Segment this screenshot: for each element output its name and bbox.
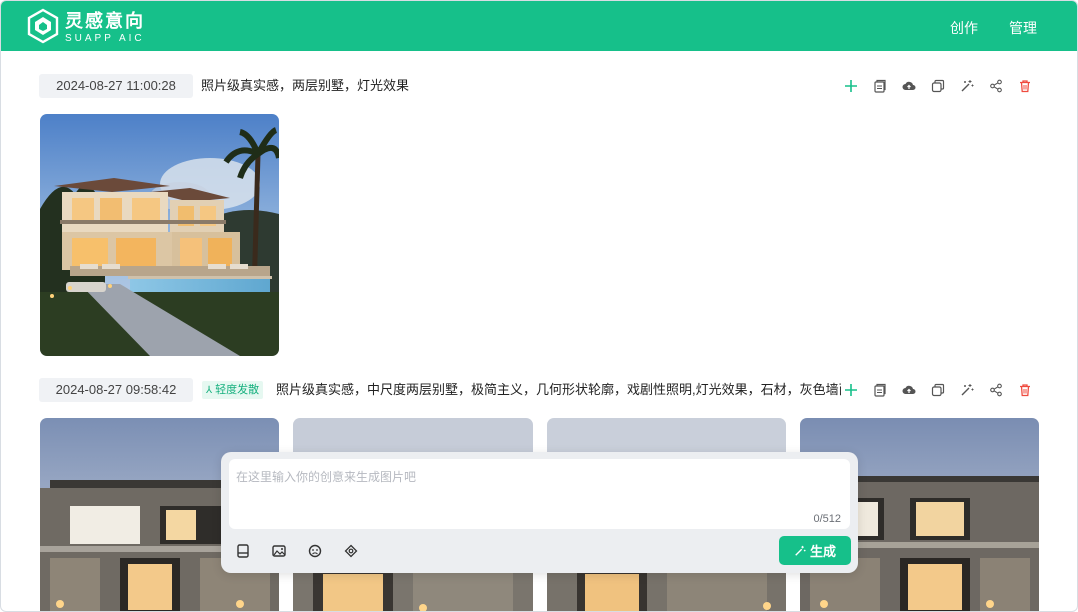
share-button[interactable]	[981, 378, 1010, 402]
trash-icon	[1019, 384, 1030, 397]
image-icon[interactable]	[271, 543, 287, 559]
upload-button[interactable]	[894, 74, 923, 98]
add-button[interactable]	[836, 378, 865, 402]
magic-button[interactable]	[952, 74, 981, 98]
top-header: 灵感意向 SUAPP AIC 创作 管理	[1, 1, 1077, 51]
copy-prompt-button[interactable]	[865, 378, 894, 402]
cloud-upload-icon	[902, 81, 915, 90]
magic-button[interactable]	[952, 378, 981, 402]
trash-icon	[1019, 80, 1030, 93]
share-icon	[989, 383, 1002, 397]
prompt-placeholder: 在这里输入你的创意来生成图片吧	[236, 470, 417, 484]
brand-subtitle: SUAPP AIC	[65, 33, 145, 44]
logo-icon	[27, 8, 59, 44]
duplicate-icon	[931, 383, 944, 397]
record-prompt: 照片级真实感，两层别墅，灯光效果	[201, 78, 410, 93]
plus-icon	[844, 384, 857, 396]
duplicate-icon	[931, 79, 944, 93]
eye-icon[interactable]	[343, 543, 359, 559]
villa-image	[40, 114, 279, 356]
divergence-tag: ⅄ 轻度发散	[202, 381, 264, 399]
cloud-upload-icon	[902, 385, 915, 394]
generate-label: 生成	[809, 544, 836, 559]
copy-prompt-button[interactable]	[865, 74, 894, 98]
magic-wand-icon	[961, 80, 973, 92]
tag-label: 轻度发散	[215, 384, 260, 396]
book-icon[interactable]	[235, 543, 251, 559]
generated-image[interactable]	[40, 114, 279, 356]
emoji-icon[interactable]	[307, 543, 323, 559]
char-counter: 0/512	[813, 513, 841, 525]
prompt-input[interactable]: 在这里输入你的创意来生成图片吧 0/512	[229, 459, 850, 529]
duplicate-button[interactable]	[923, 74, 952, 98]
delete-button[interactable]	[1010, 378, 1039, 402]
record-header: 2024-08-27 09:58:42 ⅄ 轻度发散 照片级真实感，中尺度两层别…	[39, 378, 1039, 402]
nav-manage[interactable]: 管理	[1009, 18, 1037, 38]
person-icon: ⅄	[206, 385, 213, 396]
app-window: 灵感意向 SUAPP AIC 创作 管理 2024-08-27 11:00:28…	[0, 0, 1078, 612]
delete-button[interactable]	[1010, 74, 1039, 98]
generate-button[interactable]: 生成	[779, 536, 851, 565]
record-toolbar	[836, 74, 1039, 98]
add-button[interactable]	[836, 74, 865, 98]
record-timestamp: 2024-08-27 09:58:42	[39, 378, 193, 402]
record-prompt: 照片级真实感，中尺度两层别墅，极简主义，几何形状轮廓，戏剧性照明,灯光效果，石材…	[276, 382, 841, 397]
magic-wand-icon	[961, 384, 973, 396]
magic-wand-icon	[795, 545, 806, 556]
record-toolbar	[836, 378, 1039, 402]
duplicate-button[interactable]	[923, 378, 952, 402]
nav-create[interactable]: 创作	[950, 18, 978, 38]
record-header: 2024-08-27 11:00:28 照片级真实感，两层别墅，灯光效果	[39, 74, 1039, 98]
copy-icon	[873, 79, 886, 93]
prompt-composer: 在这里输入你的创意来生成图片吧 0/512 生成	[221, 452, 858, 573]
plus-icon	[844, 80, 857, 92]
copy-icon	[873, 383, 886, 397]
record-timestamp: 2024-08-27 11:00:28	[39, 74, 193, 98]
brand-name: 灵感意向	[65, 11, 145, 31]
share-button[interactable]	[981, 74, 1010, 98]
brand: 灵感意向 SUAPP AIC	[65, 11, 145, 45]
upload-button[interactable]	[894, 378, 923, 402]
share-icon	[989, 79, 1002, 93]
